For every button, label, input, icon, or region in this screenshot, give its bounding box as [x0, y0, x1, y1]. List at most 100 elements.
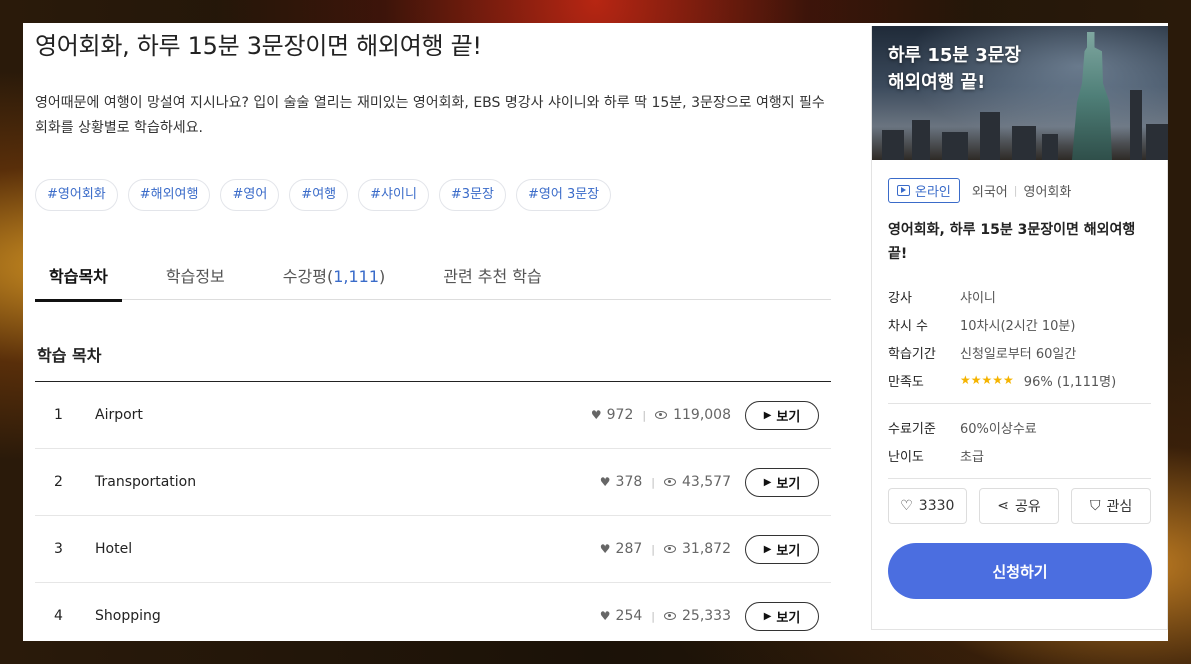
category-primary: 외국어	[971, 185, 1008, 200]
tag[interactable]: #영어 3문장	[516, 179, 612, 211]
bookmark-button[interactable]: ⛉ 관심	[1071, 488, 1152, 524]
divider: |	[642, 408, 647, 422]
like-count: 287	[615, 541, 643, 557]
share-button[interactable]: ⋖ 공유	[978, 488, 1060, 524]
view-count: 119,008	[673, 407, 731, 423]
view-button[interactable]: ▶ 보기	[745, 601, 819, 631]
view-button[interactable]: ▶ 보기	[745, 534, 819, 564]
row-number: 3	[54, 541, 63, 557]
toc-row: 3 Hotel ♥ 287 | 31,872 ▶ 보기	[35, 516, 831, 583]
building-shape	[912, 120, 930, 160]
divider: |	[651, 542, 655, 556]
thumbnail-line: 하루 15분 3문장	[888, 45, 1021, 66]
building-shape	[1012, 126, 1036, 160]
badge-label: 온라인	[915, 185, 951, 200]
course-card: 하루 15분 3문장 해외여행 끝! 온라인 외국어 | 영어회화 영어회화, …	[871, 26, 1168, 630]
view-label: 보기	[776, 610, 801, 626]
toc-row: 1 Airport ♥ 972 | 119,008 ▶ 보기	[35, 382, 831, 449]
building-shape	[980, 112, 1000, 160]
view-button[interactable]: ▶ 보기	[745, 400, 819, 430]
eye-icon	[664, 612, 676, 620]
tag[interactable]: #여행	[289, 179, 349, 211]
tab-label: 관련 추천 학습	[443, 267, 542, 286]
info-value: 샤이니	[960, 290, 996, 306]
play-icon: ▶	[763, 610, 772, 622]
info-value: 신청일로부터 60일간	[960, 346, 1077, 362]
info-key: 학습기간	[888, 346, 936, 362]
building-shape	[942, 132, 968, 160]
eye-icon	[655, 411, 668, 419]
info-key: 만족도	[888, 374, 924, 390]
play-icon: ▶	[763, 476, 772, 488]
rating-value: 96% (1,111명)	[1023, 374, 1117, 390]
bookmark-label: 관심	[1106, 499, 1133, 515]
tag[interactable]: #샤이니	[358, 179, 429, 211]
tab-label: 수강평(	[282, 267, 334, 286]
tab-label-suffix: )	[379, 267, 386, 286]
divider-line	[888, 403, 1151, 404]
play-icon: ▶	[763, 409, 772, 421]
section-title: 학습 목차	[37, 346, 102, 365]
tab-label: 학습목차	[49, 267, 108, 286]
like-count: 3330	[918, 498, 955, 514]
info-value: 초급	[960, 449, 984, 465]
tag[interactable]: #영어	[220, 179, 280, 211]
info-row: 학습기간 신청일로부터 60일간	[888, 338, 1151, 366]
tag[interactable]: #해외여행	[127, 179, 211, 211]
view-label: 보기	[776, 409, 801, 425]
info-row: 강사 샤이니	[888, 282, 1151, 310]
category-secondary: 영어회화	[1023, 185, 1072, 200]
like-count: 378	[615, 474, 643, 490]
divider: |	[1013, 184, 1018, 197]
course-main: 영어회화, 하루 15분 3문장이면 해외여행 끝! 영어때문에 여행이 망설여…	[35, 23, 831, 641]
building-shape	[1146, 124, 1168, 160]
thumbnail-caption: 하루 15분 3문장 해외여행 끝!	[888, 42, 1021, 96]
info-row: 차시 수 10차시(2시간 10분)	[888, 310, 1151, 338]
view-count: 43,577	[682, 474, 731, 490]
tab-toc[interactable]: 학습목차	[35, 263, 122, 302]
view-label: 보기	[776, 476, 801, 492]
online-badge: 온라인	[888, 178, 960, 203]
info-value: 60%이상수료	[960, 421, 1037, 437]
info-key: 강사	[888, 290, 912, 306]
like-button[interactable]: ♡ 3330	[888, 488, 967, 524]
tab-label: 학습정보	[165, 267, 225, 286]
divider: |	[651, 609, 655, 623]
apply-button[interactable]: 신청하기	[888, 543, 1152, 599]
row-number: 1	[54, 407, 63, 423]
tab-reviews[interactable]: 수강평(1,111)	[283, 263, 385, 300]
course-info-2: 수료기준 60%이상수료 난이도 초급	[888, 413, 1151, 469]
card-title: 영어회화, 하루 15분 3문장이면 해외여행 끝!	[888, 222, 1136, 262]
toc-row: 4 Shopping ♥ 254 | 25,333 ▶ 보기	[35, 583, 831, 641]
view-count: 25,333	[682, 608, 731, 624]
course-thumbnail: 하루 15분 3문장 해외여행 끝!	[872, 26, 1168, 160]
star-rating-icon: ★★★★★	[960, 373, 1014, 387]
tab-info[interactable]: 학습정보	[166, 263, 225, 300]
action-bar: ♡ 3330 ⋖ 공유 ⛉ 관심	[888, 488, 1152, 524]
heart-icon: ♥	[599, 475, 611, 489]
info-value: 10차시(2시간 10분)	[960, 318, 1076, 334]
toc-row: 2 Transportation ♥ 378 | 43,577 ▶ 보기	[35, 449, 831, 516]
like-count: 254	[615, 608, 643, 624]
eye-icon	[664, 478, 676, 486]
category-line: 온라인 외국어 | 영어회화	[888, 178, 1151, 203]
tab-related[interactable]: 관련 추천 학습	[443, 263, 542, 300]
row-number: 4	[54, 608, 63, 624]
card-body: 온라인 외국어 | 영어회화 영어회화, 하루 15분 3문장이면 해외여행 끝…	[872, 160, 1167, 599]
video-icon	[897, 185, 910, 196]
row-stats: ♥ 378 | 43,577	[600, 474, 731, 490]
heart-icon: ♥	[599, 542, 611, 556]
review-count: 1,111	[333, 267, 379, 286]
toc-list: 1 Airport ♥ 972 | 119,008 ▶ 보기 2 Transpor…	[35, 381, 831, 641]
row-number: 2	[54, 474, 63, 490]
building-shape	[1042, 134, 1058, 160]
view-button[interactable]: ▶ 보기	[745, 467, 819, 497]
view-count: 31,872	[682, 541, 731, 557]
row-title: Transportation	[95, 474, 197, 490]
tag[interactable]: #영어회화	[35, 179, 118, 211]
tag[interactable]: #3문장	[438, 179, 506, 211]
page-title: 영어회화, 하루 15분 3문장이면 해외여행 끝!	[35, 32, 482, 60]
info-row: 수료기준 60%이상수료	[888, 413, 1151, 441]
course-panel: 영어회화, 하루 15분 3문장이면 해외여행 끝! 영어때문에 여행이 망설여…	[23, 23, 1168, 641]
view-label: 보기	[776, 543, 801, 559]
